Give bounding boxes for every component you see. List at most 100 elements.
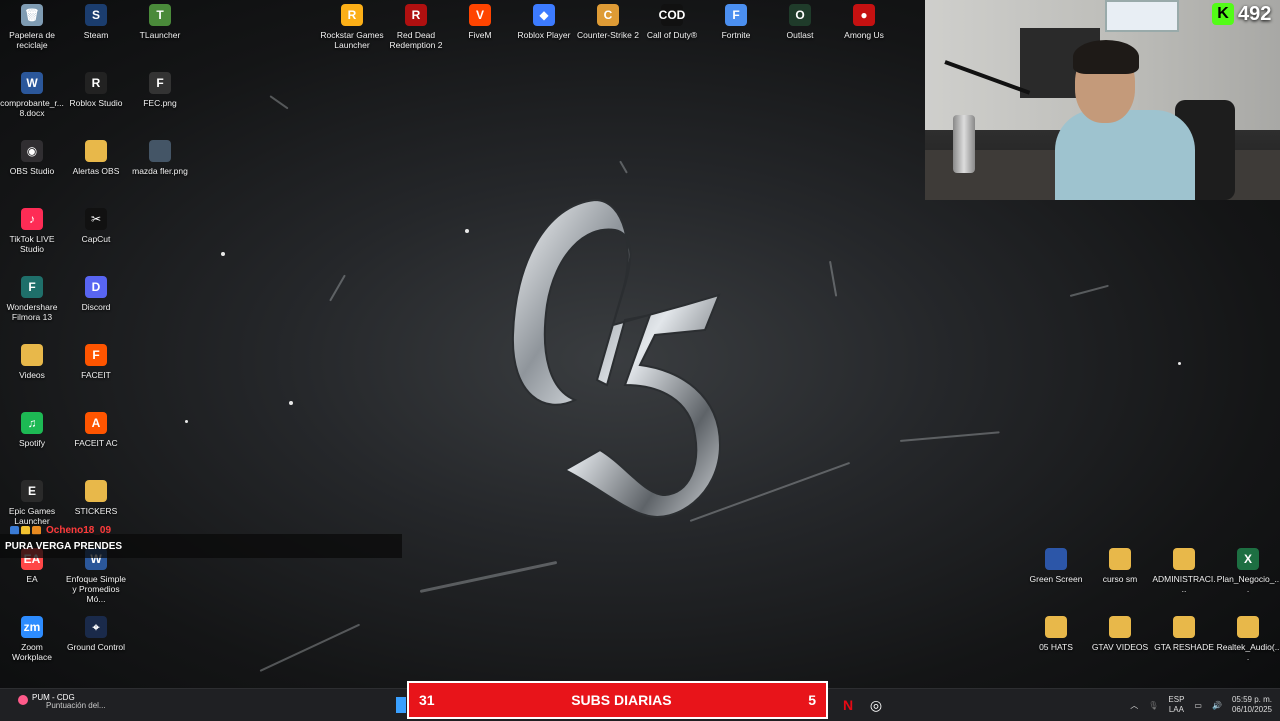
desktop-shortcut[interactable]: F FACEIT xyxy=(64,340,128,380)
bg-dot xyxy=(185,420,188,423)
shortcut-label: FiveM xyxy=(468,30,492,40)
filmora-icon: F xyxy=(21,276,43,298)
desktop-shortcut[interactable]: 05 HATS xyxy=(1024,612,1088,652)
shortcut-label: GTA RESHADE xyxy=(1154,642,1214,652)
bg-streak xyxy=(419,560,558,593)
excel-icon: X xyxy=(1237,548,1259,570)
shortcut-label: Call of Duty® xyxy=(646,30,698,40)
shortcut-label: Roblox Player xyxy=(517,30,571,40)
desktop-shortcut[interactable]: ADMINISTRACI... xyxy=(1152,544,1216,594)
shortcut-label: TikTok LIVE Studio xyxy=(9,234,55,254)
shortcut-label: Outlast xyxy=(786,30,814,40)
clock[interactable]: 05:59 p. m. 06/10/2025 xyxy=(1232,695,1272,715)
keyboard-layout: LAA xyxy=(1168,705,1184,714)
desktop-shortcut[interactable]: curso sm xyxy=(1088,544,1152,584)
folder-icon xyxy=(1237,616,1259,638)
fivem-icon: V xyxy=(469,4,491,26)
desktop-shortcut[interactable]: R Rockstar Games Launcher xyxy=(320,0,384,50)
desktop-shortcut[interactable]: ● Among Us xyxy=(832,0,896,40)
desktop-shortcut[interactable]: zm Zoom Workplace xyxy=(0,612,64,662)
desktop-shortcut[interactable]: GTA RESHADE xyxy=(1152,612,1216,652)
word-document-icon: W xyxy=(21,72,43,94)
shortcut-label: GTAV VIDEOS xyxy=(1091,642,1149,652)
volume-icon[interactable]: 🔊 xyxy=(1212,701,1222,710)
desktop-shortcut[interactable]: ♫ Spotify xyxy=(0,408,64,448)
bg-dot xyxy=(1178,362,1181,365)
kick-viewer-badge: K 492 xyxy=(1212,2,1271,26)
desktop-shortcut[interactable]: ◉ OBS Studio xyxy=(0,136,64,176)
desktop-shortcut[interactable]: COD Call of Duty® xyxy=(640,0,704,40)
image-file-icon: F xyxy=(149,72,171,94)
subs-title: SUBS DIARIAS xyxy=(571,692,672,708)
shortcut-label: comprobante_r... 8.docx xyxy=(0,98,64,118)
discord-icon: D xyxy=(85,276,107,298)
obs-taskbar-icon[interactable]: ◎ xyxy=(866,695,886,715)
fortnite-icon: F xyxy=(725,4,747,26)
desktop-shortcut[interactable]: D Discord xyxy=(64,272,128,312)
microphone-icon[interactable]: 🎙 xyxy=(1148,701,1158,710)
shortcut-label: TLauncher xyxy=(139,30,181,40)
desktop-shortcut[interactable]: S Steam xyxy=(64,0,128,40)
desktop-shortcut[interactable]: T TLauncher xyxy=(128,0,192,40)
language-code: ESP xyxy=(1168,695,1185,704)
bg-streak xyxy=(829,260,838,297)
shortcut-label: Green Screen xyxy=(1029,574,1083,584)
bg-streak xyxy=(899,431,1000,442)
desktop-shortcut[interactable]: F FEC.png xyxy=(128,68,192,108)
roblox-studio-icon: R xyxy=(85,72,107,94)
desktop-shortcut[interactable]: X Plan_Negocio_... xyxy=(1216,544,1280,594)
shortcut-label: Wondershare Filmora 13 xyxy=(6,302,58,322)
network-icon[interactable]: ▭ xyxy=(1194,701,1202,710)
desktop-shortcut[interactable]: Alertas OBS xyxy=(64,136,128,176)
desktop-shortcut[interactable]: Videos xyxy=(0,340,64,380)
desktop-shortcut[interactable]: Realtek_Audio(... xyxy=(1216,612,1280,662)
system-tray: ︿ 🎙 ESP LAA ▭ 🔊 05:59 p. m. 06/10/2025 xyxy=(1130,691,1272,719)
desktop-shortcut[interactable]: mazda fler.png xyxy=(128,136,192,176)
chat-message-bar: PURA VERGA PRENDES xyxy=(0,534,402,558)
desktop-shortcut[interactable]: Wcomprobante_r... 8.docx xyxy=(0,68,64,118)
shortcut-label: curso sm xyxy=(1102,574,1138,584)
bg-streak xyxy=(329,274,346,302)
desktop-shortcut[interactable]: R Red Dead Redemption 2 xyxy=(384,0,448,50)
steam-icon: S xyxy=(85,4,107,26)
shortcut-label: Discord xyxy=(81,302,111,312)
shortcut-label: FEC.png xyxy=(143,98,177,108)
folder-video-icon xyxy=(1045,616,1067,638)
shortcut-label: Videos xyxy=(19,370,45,380)
desktop-shortcut[interactable]: ♪ TikTok LIVE Studio xyxy=(0,204,64,254)
desktop-shortcut[interactable]: A FACEIT AC xyxy=(64,408,128,448)
tiktok-live-icon: ♪ xyxy=(21,208,43,230)
subs-left-count: 31 xyxy=(419,692,435,708)
folder-video-icon xyxy=(1109,616,1131,638)
chat-overlay: Ocheno18_09 PURA VERGA PRENDES xyxy=(0,522,402,560)
taskbar-widget[interactable]: PUM - CDG Puntuación del... xyxy=(18,693,106,710)
shortcut-label: Red Dead Redemption 2 xyxy=(389,30,443,50)
desktop-shortcut[interactable]: STICKERS xyxy=(64,476,128,516)
shortcut-label: Among Us xyxy=(844,30,884,40)
shortcut-label: ADMINISTRACI... xyxy=(1152,574,1216,594)
desktop-shortcut[interactable]: E Epic Games Launcher xyxy=(0,476,64,526)
desktop-shortcut[interactable]: Green Screen xyxy=(1024,544,1088,584)
start-button[interactable] xyxy=(396,697,406,713)
shortcut-label: FACEIT AC xyxy=(74,438,118,448)
desktop-shortcut[interactable]: O Outlast xyxy=(768,0,832,40)
desktop-shortcut[interactable]: ◆ Roblox Player xyxy=(512,0,576,40)
desktop-shortcut[interactable]: GTAV VIDEOS xyxy=(1088,612,1152,652)
desktop-shortcut[interactable]: C Counter-Strike 2 xyxy=(576,0,640,40)
shortcut-label: Enfoque Simple y Promedios Mó... xyxy=(65,574,126,604)
faceit-icon: F xyxy=(85,344,107,366)
netflix-taskbar-icon[interactable]: N xyxy=(838,695,858,715)
desktop-shortcut[interactable]: 🗑 Papelera de reciclaje xyxy=(0,0,64,50)
desktop-shortcut[interactable]: V FiveM xyxy=(448,0,512,40)
image-file-icon xyxy=(149,140,171,162)
language-indicator[interactable]: ESP LAA xyxy=(1168,695,1184,715)
tray-chevron-icon[interactable]: ︿ xyxy=(1130,700,1138,711)
desktop-shortcut[interactable]: R Roblox Studio xyxy=(64,68,128,108)
desktop-shortcut[interactable]: ✂ CapCut xyxy=(64,204,128,244)
kick-viewer-count: 492 xyxy=(1238,2,1272,25)
folder-icon xyxy=(21,344,43,366)
tlauncher-icon: T xyxy=(149,4,171,26)
desktop-shortcut[interactable]: F Wondershare Filmora 13 xyxy=(0,272,64,322)
desktop-shortcut[interactable]: F Fortnite xyxy=(704,0,768,40)
desktop-shortcut[interactable]: ⌖ Ground Control xyxy=(64,612,128,652)
